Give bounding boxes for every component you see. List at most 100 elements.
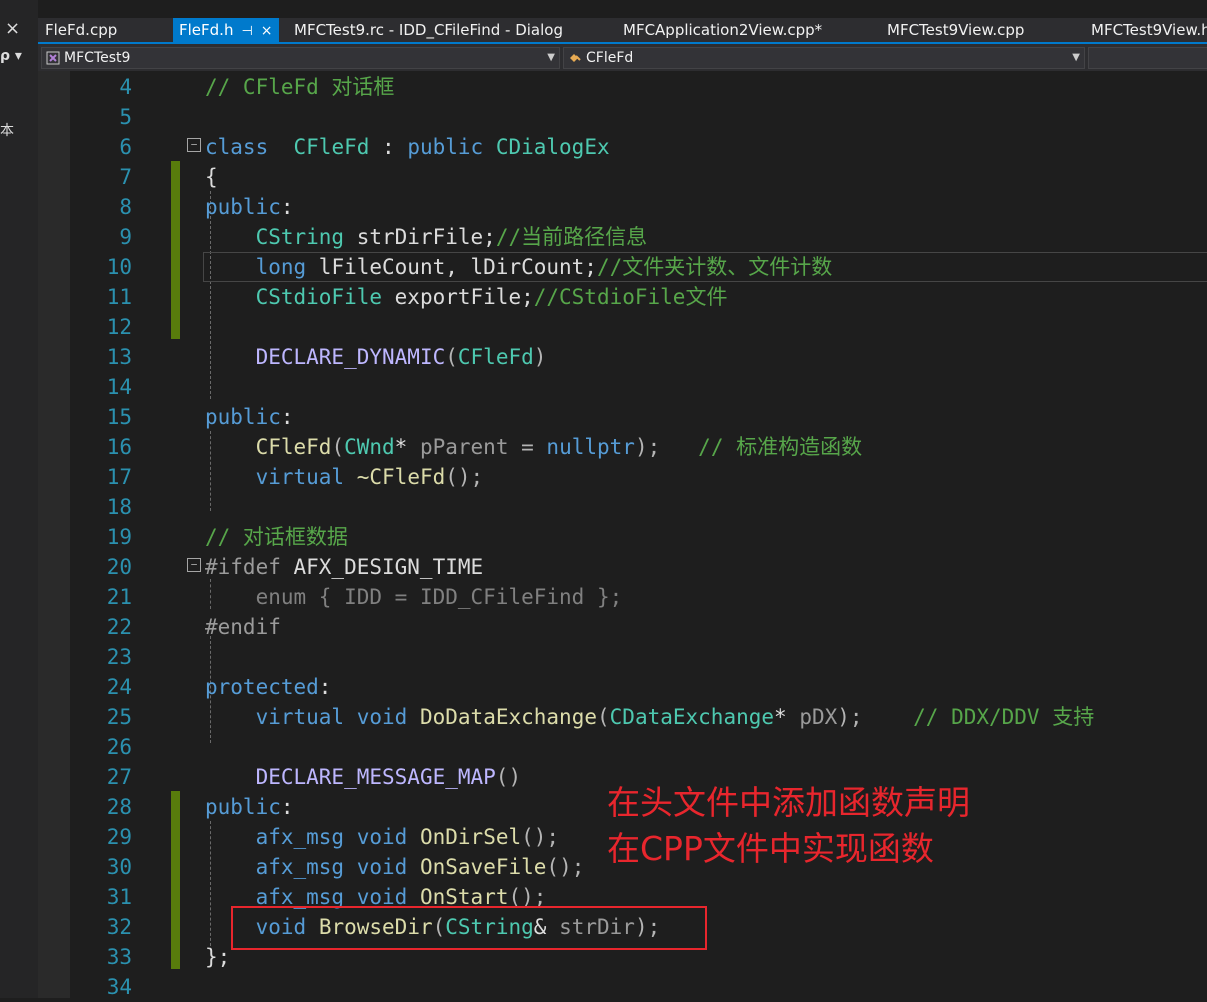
code-token: (); <box>546 855 585 879</box>
code-text: virtual ~CFleFd(); <box>205 462 484 492</box>
pin-icon[interactable]: ⊣ <box>241 24 252 39</box>
code-line[interactable]: 11 CStdioFile exportFile;//CStdioFile文件 <box>38 282 1207 312</box>
code-token: lFileCount, lDirCount; <box>306 255 597 279</box>
code-token: CFleFd <box>293 135 370 159</box>
code-token: #ifdef <box>205 555 281 579</box>
code-token: // 对话框数据 <box>205 525 348 549</box>
code-text: CFleFd(CWnd* pParent = nullptr); // 标准构造… <box>205 432 863 462</box>
code-line[interactable]: 26 <box>38 732 1207 762</box>
code-text: protected: <box>205 672 331 702</box>
code-text: enum { IDD = IDD_CFileFind }; <box>205 582 623 612</box>
code-line[interactable]: 9 CString strDirFile;//当前路径信息 <box>38 222 1207 252</box>
code-line[interactable]: 12 <box>38 312 1207 342</box>
tab-mfctest9-rc[interactable]: MFCTest9.rc - IDD_CFileFind - Dialog <box>294 18 563 42</box>
code-editor[interactable]: − − 4// CFleFd 对话框 5 6 class CFleFd : publi… <box>38 71 1207 999</box>
code-token: ); <box>837 705 863 729</box>
close-icon[interactable]: × <box>5 18 20 39</box>
line-number: 15 <box>106 405 132 429</box>
code-token: AFX_DESIGN_TIME <box>280 555 484 579</box>
code-token: virtual <box>255 465 345 489</box>
tab-mfctest9view-h[interactable]: MFCTest9View.h <box>1091 18 1207 42</box>
line-number: 10 <box>106 255 132 279</box>
code-line[interactable]: 16 CFleFd(CWnd* pParent = nullptr); // 标… <box>38 432 1207 462</box>
code-token: public <box>407 135 484 159</box>
code-token: afx_msg <box>255 825 345 849</box>
tab-mfctest9view-cpp[interactable]: MFCTest9View.cpp <box>887 18 1024 42</box>
close-icon[interactable]: × <box>261 23 273 39</box>
highlight-box <box>231 906 707 950</box>
tab-flefd-cpp[interactable]: FleFd.cpp <box>45 18 117 42</box>
code-line[interactable]: 17 virtual ~CFleFd(); <box>38 462 1207 492</box>
code-token: CWnd <box>344 435 395 459</box>
code-line[interactable]: 13 DECLARE_DYNAMIC(CFleFd) <box>38 342 1207 372</box>
line-number: 29 <box>106 825 132 849</box>
code-token: pDX <box>799 705 838 729</box>
scope-dropdown[interactable]: CFleFd ▼ <box>563 47 1085 69</box>
line-number: 4 <box>119 75 132 99</box>
code-line[interactable]: 7{ <box>38 162 1207 192</box>
line-number: 21 <box>106 585 132 609</box>
line-number: 7 <box>119 165 132 189</box>
code-token: OnDirSel <box>419 825 522 849</box>
code-line[interactable]: 20 #ifdef AFX_DESIGN_TIME <box>38 552 1207 582</box>
line-number: 17 <box>106 465 132 489</box>
code-token: // DDX/DDV 支持 <box>913 705 1095 729</box>
code-token: { <box>205 165 218 189</box>
line-number: 23 <box>106 645 132 669</box>
search-icon[interactable]: ρ ▾ <box>0 48 22 64</box>
code-text: CString strDirFile;//当前路径信息 <box>205 222 648 252</box>
line-number: 5 <box>119 105 132 129</box>
code-text: public: <box>205 192 294 222</box>
code-token: () <box>495 765 522 789</box>
tab-flefd-h[interactable]: FleFd.h ⊣ × <box>173 18 279 42</box>
line-number: 13 <box>106 345 132 369</box>
code-line[interactable]: 5 <box>38 102 1207 132</box>
project-dropdown[interactable]: MFCTest9 ▼ <box>41 47 560 69</box>
code-line[interactable]: 14 <box>38 372 1207 402</box>
code-token: exportFile; <box>382 285 534 309</box>
code-line[interactable]: 18 <box>38 492 1207 522</box>
line-number: 30 <box>106 855 132 879</box>
code-line[interactable]: 15 public: <box>38 402 1207 432</box>
line-number: 11 <box>106 285 132 309</box>
line-number: 12 <box>106 315 132 339</box>
code-token: CFleFd <box>255 435 332 459</box>
line-number: 32 <box>106 915 132 939</box>
code-line[interactable]: 4 // CFleFd 对话框 <box>38 72 1207 102</box>
code-line[interactable]: 6 class CFleFd : public CDialogEx <box>38 132 1207 162</box>
member-dropdown[interactable] <box>1088 47 1207 69</box>
code-token: : <box>369 135 408 159</box>
line-number: 19 <box>106 525 132 549</box>
code-text: DECLARE_DYNAMIC(CFleFd) <box>205 342 547 372</box>
code-token: #endif <box>205 615 281 639</box>
code-line[interactable]: 22 #endif <box>38 612 1207 642</box>
line-number: 8 <box>119 195 132 219</box>
code-line[interactable]: 19 // 对话框数据 <box>38 522 1207 552</box>
line-number: 33 <box>106 945 132 969</box>
code-line[interactable]: 8 public: <box>38 192 1207 222</box>
code-token: // 标准构造函数 <box>698 435 863 459</box>
navigation-bar: MFCTest9 ▼ CFleFd ▼ <box>38 44 1207 71</box>
code-token: ) <box>533 345 547 369</box>
code-token: public <box>205 195 281 219</box>
code-text: afx_msg void OnSaveFile(); <box>205 852 585 882</box>
code-line[interactable]: 10 long lFileCount, lDirCount;//文件夹计数、文件… <box>38 252 1207 282</box>
code-line[interactable]: 23 <box>38 642 1207 672</box>
code-line[interactable]: 25 virtual void DoDataExchange(CDataExch… <box>38 702 1207 732</box>
code-token: : <box>280 795 294 819</box>
tab-mfcapplication2view-cpp[interactable]: MFCApplication2View.cpp* <box>623 18 822 42</box>
code-token: }; <box>205 945 231 969</box>
code-line[interactable]: 24 protected: <box>38 672 1207 702</box>
code-token: CStdioFile <box>255 285 383 309</box>
code-line[interactable]: 21 enum { IDD = IDD_CFileFind }; <box>38 582 1207 612</box>
